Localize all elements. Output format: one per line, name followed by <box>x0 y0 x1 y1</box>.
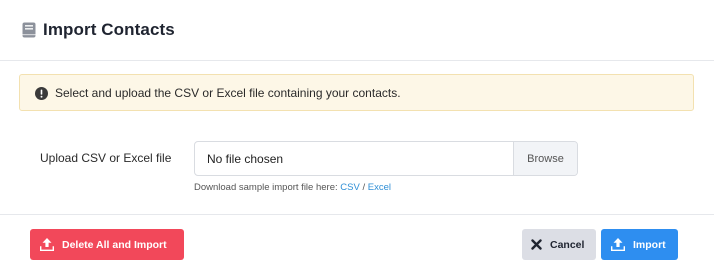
cancel-label: Cancel <box>550 238 585 251</box>
delete-all-and-import-label: Delete All and Import <box>62 238 167 251</box>
modal-footer: Delete All and Import Cancel Import <box>0 214 714 270</box>
file-input[interactable]: No file chosen Browse <box>194 141 578 176</box>
sample-download-text: Download sample import file here: <box>194 182 338 193</box>
excel-sample-link[interactable]: Excel <box>368 182 391 193</box>
csv-sample-link[interactable]: CSV <box>340 182 360 193</box>
upload-label: Upload CSV or Excel file <box>40 151 172 165</box>
browse-button[interactable]: Browse <box>513 142 577 175</box>
file-input-value: No file chosen <box>207 152 284 166</box>
upload-icon <box>40 238 54 251</box>
close-icon <box>531 239 542 250</box>
import-contacts-modal: Import Contacts Select and upload the CS… <box>0 0 714 270</box>
modal-title: Import Contacts <box>43 20 175 39</box>
import-label: Import <box>633 238 666 251</box>
delete-all-and-import-button[interactable]: Delete All and Import <box>30 229 184 260</box>
info-alert: Select and upload the CSV or Excel file … <box>19 74 694 111</box>
import-button[interactable]: Import <box>601 229 678 260</box>
link-separator: / <box>362 182 366 193</box>
exclamation-circle-icon <box>35 87 48 100</box>
cancel-button[interactable]: Cancel <box>522 229 596 260</box>
upload-icon <box>611 238 625 251</box>
modal-header: Import Contacts <box>0 0 714 61</box>
book-icon <box>22 22 36 38</box>
alert-text: Select and upload the CSV or Excel file … <box>55 86 401 100</box>
sample-download-line: Download sample import file here: CSV / … <box>194 182 391 193</box>
